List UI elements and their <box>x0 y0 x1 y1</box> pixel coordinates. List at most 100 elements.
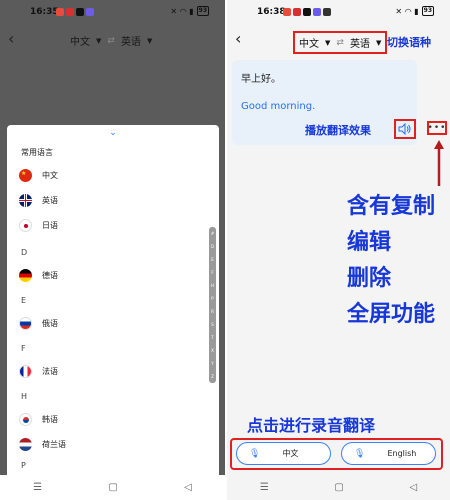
back-nav-icon[interactable]: ◁ <box>184 482 192 493</box>
signal-icon: ▮ <box>414 6 419 16</box>
japan-flag-icon <box>19 218 32 232</box>
battery-icon: 93 <box>421 6 434 16</box>
language-label: 法语 <box>42 366 58 376</box>
language-item-dutch[interactable]: 荷兰语 <box>19 434 66 454</box>
index-letter[interactable]: Z <box>211 374 214 379</box>
source-text: 早上好。 <box>241 74 281 85</box>
status-time: 16:35 <box>30 7 59 17</box>
speaker-icon <box>398 123 411 135</box>
record-chinese-label: 中文 <box>282 449 299 458</box>
app-icon <box>56 8 64 16</box>
dropdown-icon: ▼ <box>325 38 331 47</box>
index-letter[interactable]: T <box>211 335 213 340</box>
index-letter[interactable]: Y <box>211 361 213 366</box>
status-bar: 16:35 ✕ ◠ ▮ 93 <box>0 0 225 22</box>
language-item-japanese[interactable]: 日语 <box>19 215 58 235</box>
target-language[interactable]: 英语 <box>121 33 141 48</box>
index-letter[interactable]: X <box>211 348 214 353</box>
dropdown-icon: ▼ <box>375 38 382 47</box>
menu-nav-icon[interactable]: ☰ <box>260 482 269 493</box>
home-nav-icon[interactable]: ▢ <box>334 482 343 493</box>
common-languages-header: 常用语言 <box>21 148 53 157</box>
netherlands-flag-icon <box>19 437 32 451</box>
app-icon <box>323 8 331 16</box>
wifi-icon: ◠ <box>405 6 412 16</box>
annotation-play: 播放翻译效果 <box>305 124 371 137</box>
language-label: 德语 <box>42 270 58 280</box>
record-bar: 🎙 中文 🎙 English <box>227 438 450 474</box>
record-english-button[interactable]: 🎙 English <box>341 442 436 465</box>
home-nav-icon[interactable]: ▢ <box>108 482 117 493</box>
mute-icon: ✕ <box>170 6 178 16</box>
section-letter: D <box>21 248 28 257</box>
app-icon <box>283 8 291 16</box>
record-chinese-button[interactable]: 🎙 中文 <box>236 442 331 465</box>
language-item-korean[interactable]: 韩语 <box>19 409 58 429</box>
language-switcher[interactable]: 中文 ▼ ⇄ 英语 ▼ <box>293 31 388 54</box>
language-item-russian[interactable]: 俄语 <box>19 313 58 333</box>
language-label: 韩语 <box>42 414 58 424</box>
language-item-german[interactable]: 德语 <box>19 265 58 285</box>
index-letter[interactable]: # <box>211 231 214 236</box>
system-icons: ✕ ◠ ▮ 93 <box>395 6 434 16</box>
microphone-icon: 🎙 <box>249 448 261 459</box>
index-letter[interactable]: H <box>211 283 214 288</box>
source-language[interactable]: 中文 <box>70 33 90 48</box>
language-label: 英语 <box>42 195 58 205</box>
annotation-copy: 含有复制 <box>347 194 436 219</box>
dropdown-icon: ▼ <box>146 36 153 45</box>
language-item-french[interactable]: 法语 <box>19 361 58 381</box>
notification-icons <box>56 8 94 16</box>
target-language[interactable]: 英语 <box>350 35 370 50</box>
dropdown-icon: ▼ <box>96 36 102 45</box>
back-nav-icon[interactable]: ◁ <box>409 482 417 493</box>
back-icon[interactable]: ‹ <box>235 28 241 50</box>
swap-icon[interactable]: ⇄ <box>336 38 344 48</box>
red-arrow-icon <box>434 140 444 186</box>
index-letter[interactable]: F <box>211 270 213 275</box>
uk-flag-icon <box>19 193 32 207</box>
back-icon[interactable]: ‹ <box>8 28 14 50</box>
korea-flag-icon <box>19 412 32 426</box>
language-switcher[interactable]: 中文 ▼ ⇄ 英语 ▼ <box>70 33 153 49</box>
language-label: 荷兰语 <box>42 439 66 449</box>
speaker-button[interactable] <box>394 119 416 139</box>
app-icon <box>66 8 74 16</box>
language-item-chinese[interactable]: ★ 中文 <box>19 165 58 185</box>
navigation-bar: ☰ ▢ ◁ <box>227 475 450 500</box>
app-icon <box>293 8 301 16</box>
record-english-label: English <box>387 449 417 458</box>
collapse-chevron-icon[interactable]: ⌄ <box>7 128 219 138</box>
index-letter[interactable]: E <box>211 257 214 262</box>
language-label: 日语 <box>42 220 58 230</box>
index-letter[interactable]: D <box>211 244 214 249</box>
annotation-edit: 编辑 <box>347 230 392 255</box>
status-bar: 16:38 ✕ ◠ ▮ 93 <box>227 0 450 22</box>
more-options-button[interactable]: ••• <box>427 121 447 135</box>
notification-icons <box>283 8 331 16</box>
signal-icon: ▮ <box>189 6 194 16</box>
alphabet-index-bar[interactable]: # D E F H P R S T X Y Z <box>209 227 216 383</box>
menu-nav-icon[interactable]: ☰ <box>33 482 42 493</box>
source-language[interactable]: 中文 <box>299 35 319 50</box>
right-screen: 16:38 ✕ ◠ ▮ 93 ‹ 中文 ▼ ⇄ 英语 ▼ 切换语种 早上好。 G… <box>227 0 450 500</box>
language-item-english[interactable]: 英语 <box>19 190 58 210</box>
index-letter[interactable]: R <box>211 309 214 314</box>
system-icons: ✕ ◠ ▮ 93 <box>170 6 209 16</box>
annotation-switch-language: 切换语种 <box>387 36 431 49</box>
section-letter: E <box>21 296 27 305</box>
section-letter: F <box>21 344 26 353</box>
swap-icon[interactable]: ⇄ <box>107 36 115 46</box>
navigation-bar: ☰ ▢ ◁ <box>0 475 225 500</box>
wifi-icon: ◠ <box>180 6 187 16</box>
battery-icon: 93 <box>196 6 209 16</box>
microphone-icon: 🎙 <box>354 448 366 459</box>
china-flag-icon: ★ <box>19 168 32 182</box>
more-icon: ••• <box>427 123 447 133</box>
section-letter: H <box>21 392 28 401</box>
russia-flag-icon <box>19 316 32 330</box>
mute-icon: ✕ <box>395 6 403 16</box>
index-letter[interactable]: P <box>211 296 213 301</box>
app-icon <box>313 8 321 16</box>
index-letter[interactable]: S <box>211 322 214 327</box>
